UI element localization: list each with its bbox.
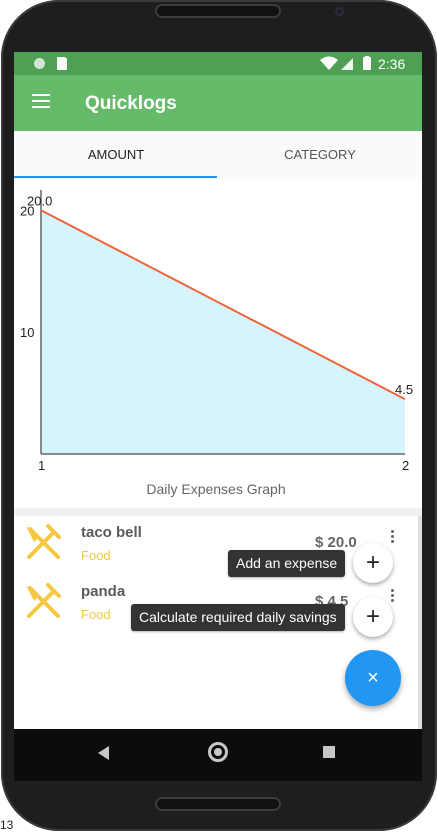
expense-name: panda	[81, 583, 126, 600]
expense-category: Food	[81, 607, 111, 622]
x-tick-label: 1	[38, 458, 45, 473]
status-icons	[320, 56, 371, 70]
section-divider	[14, 508, 422, 516]
chart-area-fill	[41, 210, 405, 454]
app-bar: Quicklogs	[14, 75, 422, 131]
daily-savings-button[interactable]: +	[353, 597, 393, 637]
data-label: 4.5	[395, 382, 413, 397]
device-screen: 2:36 Quicklogs AMOUNT CATEGORY 10 20 1 2 20.…	[14, 52, 422, 781]
menu-icon[interactable]	[32, 94, 52, 110]
more-options-icon[interactable]	[390, 530, 396, 544]
sd-card-icon	[57, 57, 67, 70]
app-title: Quicklogs	[85, 93, 177, 114]
recent-apps-icon[interactable]	[323, 746, 335, 758]
front-camera	[335, 7, 344, 16]
daily-savings-tooltip: Calculate required daily savings	[131, 604, 345, 631]
battery-icon	[363, 57, 371, 70]
signal-icon	[341, 58, 353, 70]
x-tick-label: 2	[402, 458, 409, 473]
tab-category[interactable]: CATEGORY	[218, 131, 422, 179]
back-icon[interactable]	[98, 746, 109, 760]
notification-circle-icon	[34, 58, 45, 69]
y-tick-label: 10	[20, 325, 34, 340]
tab-amount[interactable]: AMOUNT	[14, 131, 218, 179]
data-label: 20.0	[27, 193, 52, 208]
system-nav-bar	[14, 729, 422, 781]
expense-amount: $ 20.0	[315, 534, 357, 551]
scrollbar[interactable]	[418, 516, 422, 729]
fork-knife-icon	[26, 583, 61, 618]
top-speaker	[155, 4, 281, 18]
add-expense-button[interactable]: +	[353, 543, 393, 583]
expenses-chart: 10 20 1 2 20.0 4.5 Daily Expenses Graph	[14, 179, 422, 502]
chart-title: Daily Expenses Graph	[146, 481, 286, 497]
home-icon[interactable]	[208, 742, 228, 762]
wifi-icon	[320, 56, 338, 70]
close-speed-dial-button[interactable]: ×	[345, 650, 401, 706]
add-expense-tooltip: Add an expense	[228, 550, 346, 577]
status-time: 2:36	[378, 56, 406, 72]
corner-label: 13	[0, 818, 14, 832]
active-tab-indicator	[14, 176, 217, 178]
fork-knife-icon	[26, 524, 61, 559]
status-bar: 2:36	[14, 52, 422, 75]
expense-category: Food	[81, 548, 111, 563]
expense-name: taco bell	[81, 524, 142, 541]
bottom-speaker	[155, 797, 281, 811]
chart-plot: 10201 220.04.5	[20, 190, 413, 473]
phone-frame: 2:36 Quicklogs AMOUNT CATEGORY 10 20 1 2 20.…	[0, 0, 438, 833]
more-options-icon[interactable]	[390, 589, 396, 603]
tab-bar: AMOUNT CATEGORY	[14, 131, 422, 179]
